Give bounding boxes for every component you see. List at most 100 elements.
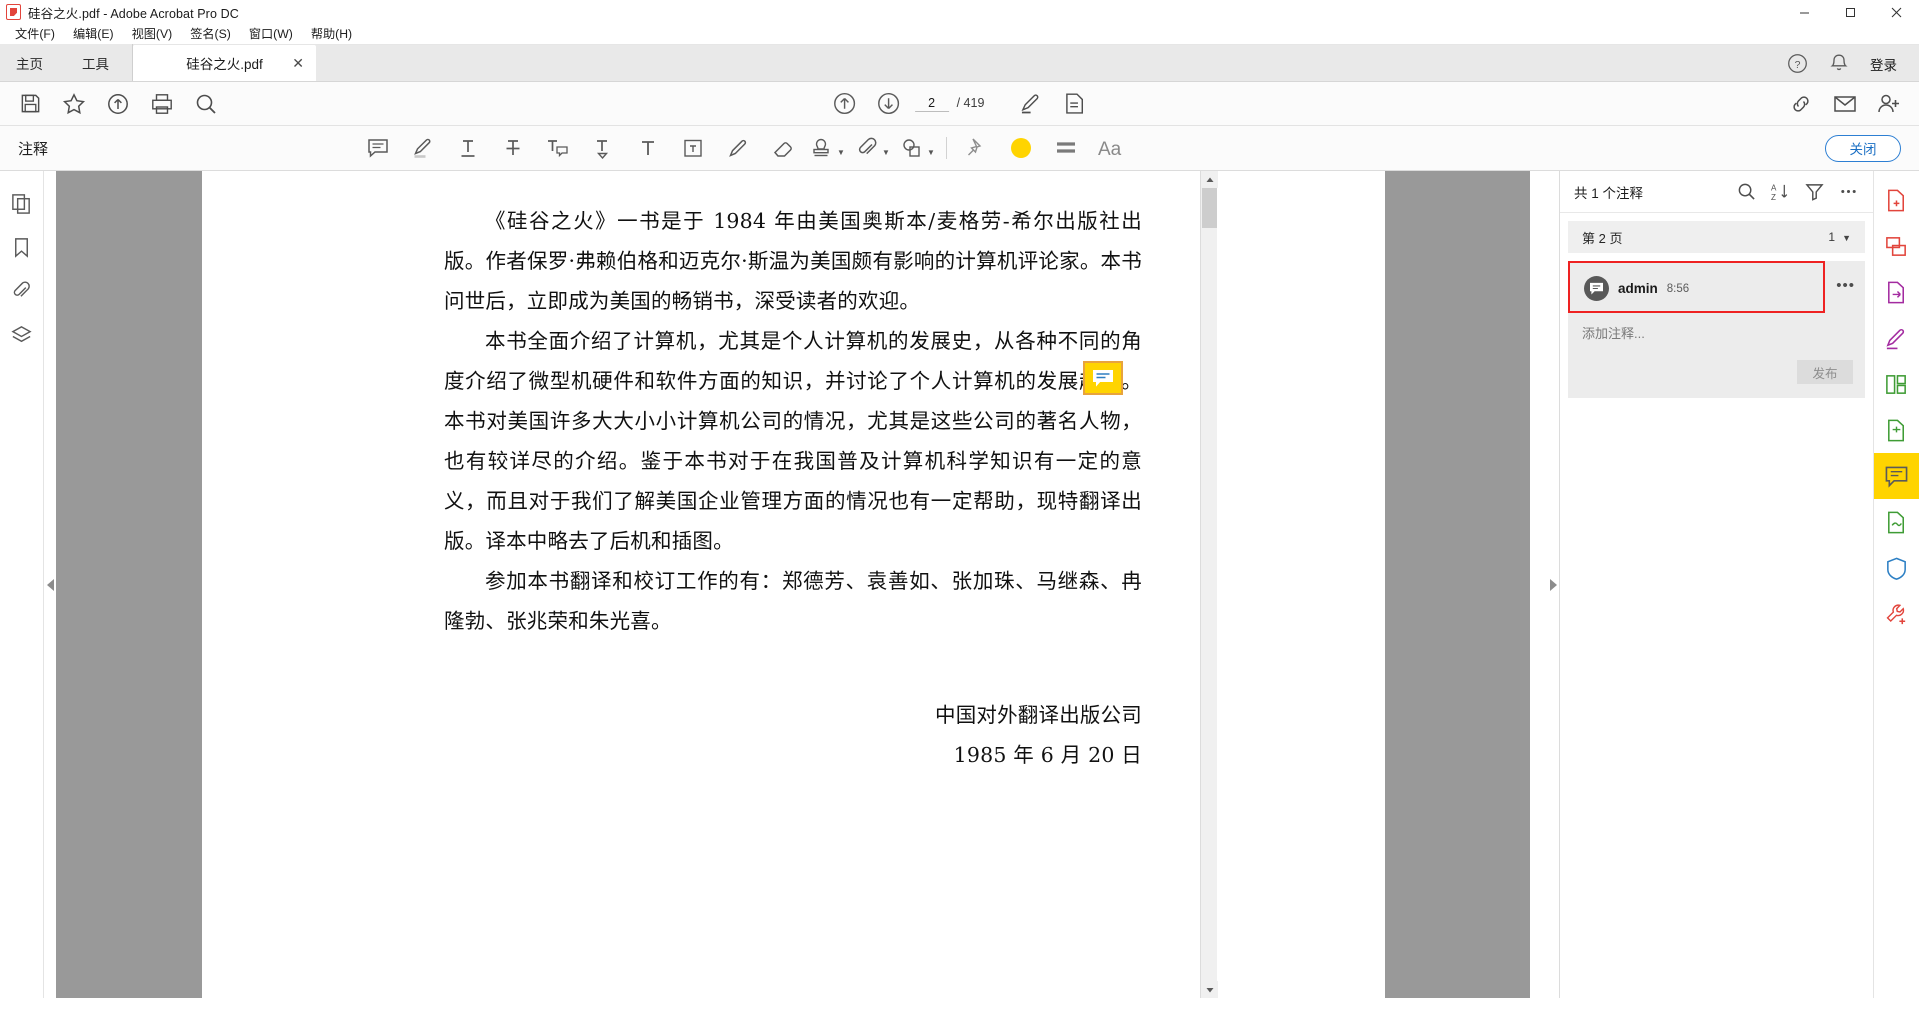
arrow-up-circle-icon[interactable] <box>823 82 867 126</box>
combine-files-icon[interactable] <box>1874 223 1919 269</box>
tab-tools[interactable]: 工具 <box>59 44 133 81</box>
svg-text:Z: Z <box>1771 193 1776 201</box>
menu-file[interactable]: 文件(F) <box>6 24 64 45</box>
tab-document[interactable]: 硅谷之火.pdf ✕ <box>133 45 316 81</box>
magnifier-icon[interactable] <box>184 82 228 126</box>
tab-strip-right: ? 登录 <box>1776 45 1919 82</box>
page-number-box[interactable]: 2 / 419 <box>914 96 984 112</box>
close-comment-toolbar-button[interactable]: 关闭 <box>1825 134 1901 162</box>
underline-text-icon[interactable] <box>445 126 490 171</box>
shapes-dropdown-caret-icon[interactable]: ▼ <box>927 148 935 157</box>
scroll-up-arrow[interactable] <box>1201 171 1218 188</box>
comment-author-row[interactable]: admin 8:56 <box>1568 261 1825 313</box>
save-disk-icon[interactable] <box>8 82 52 126</box>
eraser-icon[interactable] <box>760 126 805 171</box>
sticky-note-marker-icon[interactable] <box>1083 361 1123 395</box>
bookmarks-icon[interactable] <box>2 227 42 267</box>
svg-text:?: ? <box>1794 59 1800 71</box>
protect-shield-icon[interactable] <box>1874 545 1919 591</box>
page-thumbnails-icon[interactable] <box>2 183 42 223</box>
stamp-page-icon[interactable] <box>1052 82 1096 126</box>
more-options-icon[interactable] <box>1831 175 1865 209</box>
search-icon[interactable] <box>1729 175 1763 209</box>
star-favorite-icon[interactable] <box>52 82 96 126</box>
close-window-button[interactable] <box>1873 0 1919 24</box>
line-thickness-icon[interactable] <box>1043 126 1088 171</box>
page-background-left <box>56 171 202 998</box>
menu-sign[interactable]: 签名(S) <box>181 24 240 45</box>
svg-text:A: A <box>1771 184 1777 193</box>
comment-card[interactable]: admin 8:56 ••• 添加注释... 发布 <box>1568 261 1865 398</box>
svg-text:Aa: Aa <box>1098 139 1122 160</box>
document-viewer: 《硅谷之火》一书是于 1984 年由美国奥斯本/麦格劳-希尔出版社出版。作者保罗… <box>44 171 1559 998</box>
fill-sign-icon[interactable] <box>1874 499 1919 545</box>
pin-icon[interactable] <box>953 126 998 171</box>
comment-page-group-label: 第 2 页 <box>1582 230 1623 246</box>
replace-text-icon[interactable] <box>535 126 580 171</box>
scrollbar-thumb[interactable] <box>1202 188 1217 228</box>
menu-view[interactable]: 视图(V) <box>123 24 182 45</box>
help-circle-icon[interactable]: ? <box>1776 45 1818 82</box>
menu-help[interactable]: 帮助(H) <box>302 24 361 45</box>
toolbar-center-right-group <box>1008 82 1096 126</box>
login-button[interactable]: 登录 <box>1860 54 1909 74</box>
printer-icon[interactable] <box>140 82 184 126</box>
window-controls <box>1781 0 1919 24</box>
tab-document-label: 硅谷之火.pdf <box>186 57 263 72</box>
collapse-right-arrow[interactable] <box>1547 171 1559 998</box>
organize-pages-icon[interactable] <box>1874 361 1919 407</box>
layers-icon[interactable] <box>2 315 42 355</box>
vertical-scrollbar[interactable] <box>1200 171 1218 998</box>
compress-pdf-icon[interactable] <box>1874 407 1919 453</box>
font-size-icon[interactable]: Aa <box>1088 126 1133 171</box>
export-pdf-icon[interactable] <box>1874 269 1919 315</box>
comment-page-group-count: 1 <box>1828 230 1836 244</box>
pdf-page[interactable]: 《硅谷之火》一书是于 1984 年由美国奥斯本/麦格劳-希尔出版社出版。作者保罗… <box>386 171 1200 998</box>
signature-date: 1985 年 6 月 20 日 <box>953 743 1142 767</box>
link-chain-icon[interactable] <box>1779 82 1823 126</box>
minimize-button[interactable] <box>1781 0 1827 24</box>
tab-close-icon[interactable]: ✕ <box>292 56 304 70</box>
attachments-clip-icon[interactable] <box>2 271 42 311</box>
add-person-icon[interactable] <box>1867 82 1911 126</box>
chevron-down-icon[interactable]: ▼ <box>1842 233 1851 243</box>
notification-bell-icon[interactable] <box>1818 45 1860 82</box>
arrow-down-circle-icon[interactable] <box>867 82 911 126</box>
comment-post-button[interactable]: 发布 <box>1797 360 1853 384</box>
stamp-icon[interactable]: ▼ <box>805 126 850 171</box>
scroll-down-arrow[interactable] <box>1201 981 1218 998</box>
sort-az-icon[interactable]: AZ <box>1763 175 1797 209</box>
add-text-icon[interactable] <box>625 126 670 171</box>
color-swatch-yellow[interactable] <box>998 126 1043 171</box>
comment-more-icon[interactable]: ••• <box>1836 277 1855 294</box>
strikethrough-text-icon[interactable] <box>490 126 535 171</box>
shapes-icon[interactable]: ▼ <box>895 126 940 171</box>
page-number-input[interactable]: 2 <box>914 96 949 112</box>
highlight-text-icon[interactable] <box>400 126 445 171</box>
filter-funnel-icon[interactable] <box>1797 175 1831 209</box>
upload-cloud-icon[interactable] <box>96 82 140 126</box>
menu-window[interactable]: 窗口(W) <box>240 24 302 45</box>
sticky-note-icon[interactable] <box>355 126 400 171</box>
menu-edit[interactable]: 编辑(E) <box>64 24 123 45</box>
draw-pencil-icon[interactable] <box>715 126 760 171</box>
maximize-button[interactable] <box>1827 0 1873 24</box>
tab-home[interactable]: 主页 <box>0 44 59 81</box>
insert-text-icon[interactable] <box>580 126 625 171</box>
right-tools-rail <box>1873 171 1919 998</box>
main-toolbar: 2 / 419 <box>0 82 1919 126</box>
create-pdf-icon[interactable] <box>1874 177 1919 223</box>
attach-clip-icon[interactable]: ▼ <box>850 126 895 171</box>
more-tools-icon[interactable] <box>1874 591 1919 637</box>
text-box-icon[interactable] <box>670 126 715 171</box>
envelope-icon[interactable] <box>1823 82 1867 126</box>
collapse-left-arrow[interactable] <box>44 171 56 998</box>
edit-pdf-icon[interactable] <box>1874 315 1919 361</box>
page-background-right <box>1385 171 1530 998</box>
comment-reply-placeholder[interactable]: 添加注释... <box>1568 313 1865 342</box>
comment-icon[interactable] <box>1873 453 1919 499</box>
comment-page-group-header[interactable]: 第 2 页 1 ▼ <box>1568 221 1865 253</box>
highlight-pen-icon[interactable] <box>1008 82 1052 126</box>
attach-dropdown-caret-icon[interactable]: ▼ <box>882 148 890 157</box>
stamp-dropdown-caret-icon[interactable]: ▼ <box>837 148 845 157</box>
